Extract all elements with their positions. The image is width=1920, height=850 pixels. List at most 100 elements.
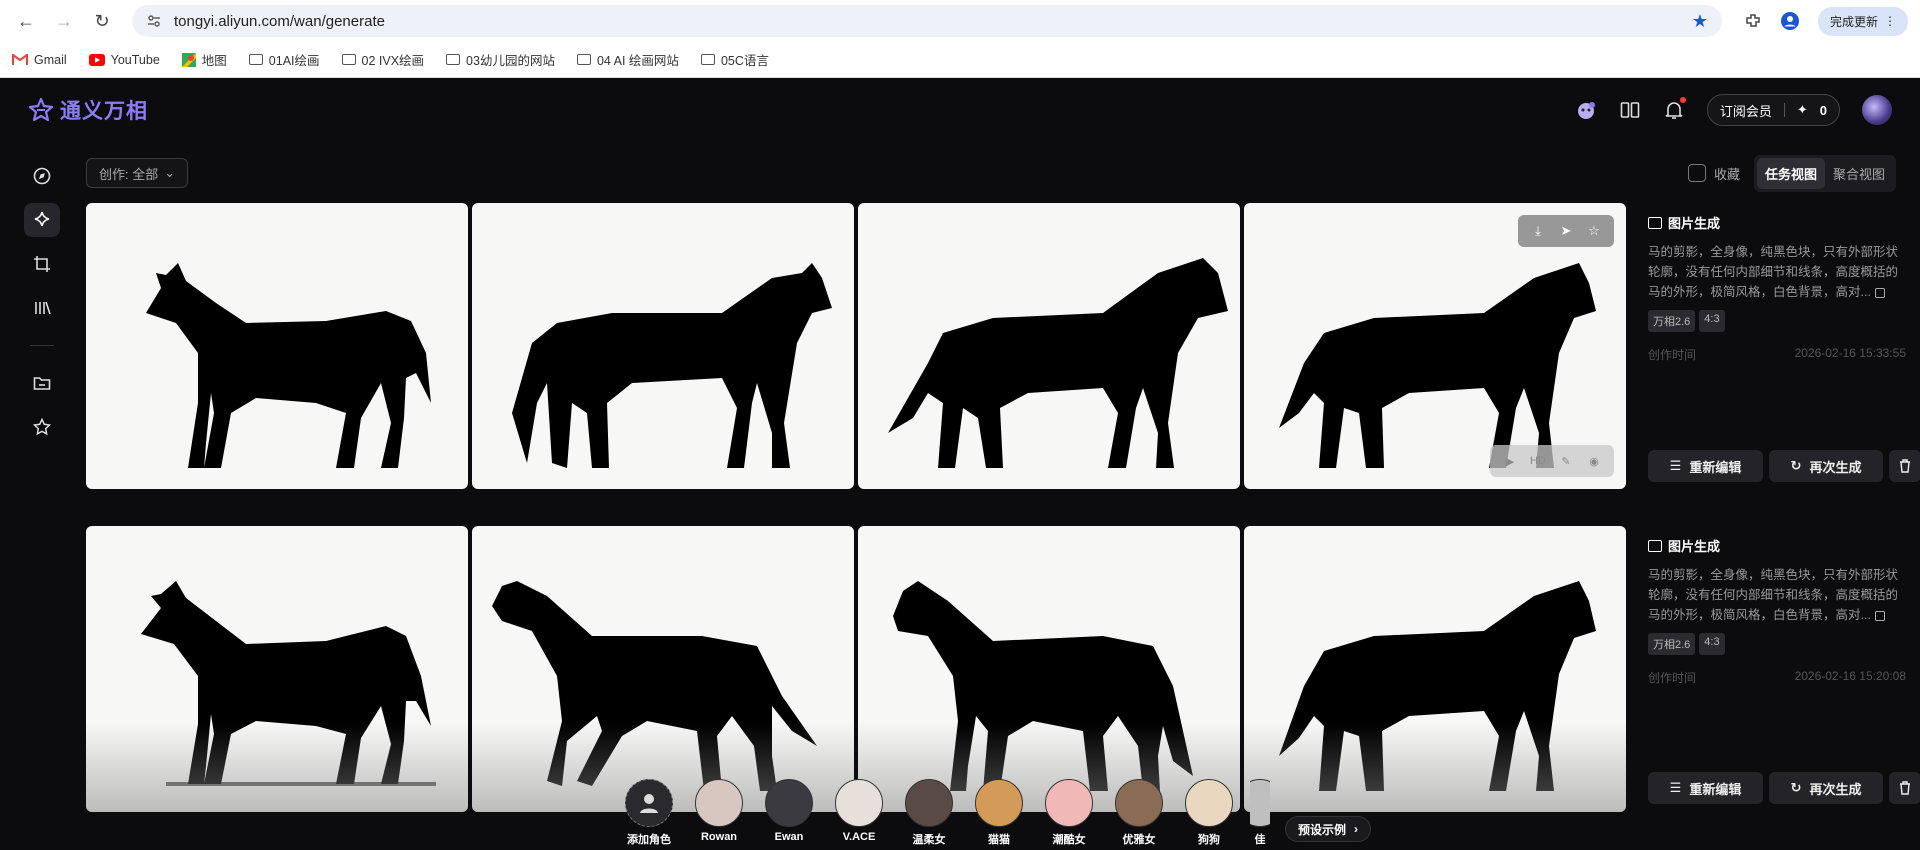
back-arrow-icon[interactable]: ← bbox=[12, 7, 40, 35]
bookmark-maps[interactable]: 地图 bbox=[181, 50, 227, 69]
extensions-icon[interactable] bbox=[1744, 12, 1762, 30]
bookmark-youtube[interactable]: YouTube bbox=[88, 53, 160, 67]
update-button[interactable]: 完成更新 ⋮ bbox=[1817, 6, 1908, 36]
send-icon[interactable]: ➤ bbox=[1554, 221, 1578, 241]
delete-button[interactable] bbox=[1889, 772, 1920, 804]
copy-icon[interactable] bbox=[1874, 287, 1885, 298]
generate-button[interactable] bbox=[24, 203, 60, 237]
crop-button[interactable] bbox=[24, 247, 60, 281]
regenerate-button[interactable]: ↻ 再次生成 bbox=[1769, 772, 1883, 804]
add-character-button[interactable]: 添加角色 bbox=[620, 779, 678, 847]
re-edit-button[interactable]: ☰ 重新编辑 bbox=[1648, 450, 1763, 482]
ratio-tag: 4:3 bbox=[1699, 633, 1725, 655]
tab-aggregate-view[interactable]: 聚合视图 bbox=[1825, 158, 1893, 189]
favorites-checkbox[interactable] bbox=[1687, 164, 1706, 182]
credits-count: 0 bbox=[1819, 102, 1827, 118]
book-icon[interactable] bbox=[1619, 99, 1641, 121]
palette-icon[interactable]: ◉ bbox=[1582, 451, 1606, 471]
bookmark-label: 04 AI 绘画网站 bbox=[596, 54, 679, 68]
folder-icon bbox=[248, 54, 263, 65]
favorites-label: 收藏 bbox=[1713, 166, 1740, 182]
generated-image[interactable] bbox=[858, 203, 1240, 489]
divider bbox=[1783, 103, 1785, 117]
task-row: ⤓ ➤ ☆ ▶ HD ✎ ◉ bbox=[86, 203, 1629, 489]
forward-arrow-icon[interactable]: → bbox=[50, 7, 78, 35]
preset-examples-button[interactable]: 预设示例 › bbox=[1285, 816, 1372, 842]
logo[interactable]: 通义万相 bbox=[28, 95, 148, 125]
refresh-icon: ↻ bbox=[1790, 458, 1802, 473]
character-item[interactable]: 温柔女 bbox=[900, 779, 958, 847]
character-name: 猫猫 bbox=[988, 834, 1010, 846]
delete-button[interactable] bbox=[1889, 450, 1920, 482]
bookmark-folder[interactable]: 02 IVX绘画 bbox=[341, 50, 424, 69]
user-avatar[interactable] bbox=[1862, 95, 1892, 125]
star-outline-icon[interactable]: ☆ bbox=[1582, 221, 1606, 241]
bookmark-label: 01AI绘画 bbox=[268, 54, 320, 68]
subscribe-button[interactable]: 订阅会员 ✦ 0 bbox=[1706, 94, 1840, 126]
task-type: 图片生成 bbox=[1648, 536, 1906, 555]
bookmark-folder[interactable]: 04 AI 绘画网站 bbox=[576, 50, 679, 69]
character-name: 佳 bbox=[1254, 834, 1266, 846]
model-tag: 万相2.6 bbox=[1648, 310, 1696, 332]
generated-image[interactable] bbox=[858, 526, 1240, 812]
browser-toolbar: ← → ↻ tongyi.aliyun.com/wan/generate ★ 完… bbox=[0, 0, 1920, 42]
generated-image[interactable] bbox=[86, 203, 468, 489]
explore-button[interactable] bbox=[24, 159, 60, 193]
character-item[interactable]: Ewan bbox=[760, 779, 818, 843]
generated-image[interactable] bbox=[1244, 526, 1626, 812]
generated-image[interactable] bbox=[86, 526, 468, 812]
task-prompt: 马的剪影，全身像，纯黑色块，只有外部形状轮廓，没有任何内部细节和线条，高度概括的… bbox=[1648, 242, 1906, 302]
character-item[interactable]: 猫猫 bbox=[970, 779, 1028, 847]
site-settings-icon[interactable] bbox=[146, 13, 162, 29]
regenerate-label: 再次生成 bbox=[1809, 781, 1862, 797]
download-icon[interactable]: ⤓ bbox=[1526, 221, 1550, 241]
horse-silhouette-image bbox=[146, 263, 431, 468]
generated-image[interactable] bbox=[472, 526, 854, 812]
regenerate-button[interactable]: ↻ 再次生成 bbox=[1769, 450, 1883, 482]
favorites-button[interactable] bbox=[24, 410, 60, 444]
bookmark-folder[interactable]: 03幼儿园的网站 bbox=[446, 50, 555, 69]
address-bar[interactable]: tongyi.aliyun.com/wan/generate ★ bbox=[132, 5, 1722, 37]
edit-image-icon[interactable]: ✎ bbox=[1554, 451, 1578, 471]
prompt-text: 马的剪影，全身像，纯黑色块，只有外部形状轮廓，没有任何内部细节和线条，高度概括的… bbox=[1648, 245, 1899, 299]
library-button[interactable] bbox=[24, 291, 60, 325]
re-edit-label: 重新编辑 bbox=[1689, 781, 1742, 797]
url-text[interactable]: tongyi.aliyun.com/wan/generate bbox=[174, 13, 1680, 30]
character-avatar bbox=[905, 779, 953, 827]
bookmark-folder[interactable]: 01AI绘画 bbox=[248, 50, 320, 69]
tab-task-view[interactable]: 任务视图 bbox=[1756, 157, 1825, 189]
bell-icon[interactable] bbox=[1663, 97, 1686, 121]
character-item[interactable]: Rowan bbox=[690, 779, 748, 843]
bookmark-star-icon[interactable]: ★ bbox=[1692, 11, 1708, 32]
task-info: 图片生成 马的剪影，全身像，纯黑色块，只有外部形状轮廓，没有任何内部细节和线条，… bbox=[1648, 213, 1906, 363]
video-icon[interactable]: ▶ bbox=[1498, 451, 1522, 471]
character-name: 温柔女 bbox=[912, 834, 946, 846]
character-item[interactable]: 潮酷女 bbox=[1040, 779, 1098, 847]
reload-icon[interactable]: ↻ bbox=[88, 7, 116, 35]
character-item[interactable]: 佳 bbox=[1250, 779, 1270, 847]
favorites-filter[interactable]: 收藏 bbox=[1687, 164, 1740, 183]
edit-list-icon: ☰ bbox=[1669, 458, 1682, 473]
folder-icon bbox=[446, 54, 461, 65]
task-title: 图片生成 bbox=[1668, 539, 1721, 554]
generated-image[interactable] bbox=[472, 203, 854, 489]
re-edit-button[interactable]: ☰ 重新编辑 bbox=[1648, 772, 1763, 804]
copy-icon[interactable] bbox=[1874, 610, 1885, 621]
character-item[interactable]: V.ACE bbox=[830, 779, 888, 843]
folder-button[interactable] bbox=[24, 366, 60, 400]
logo-text: 通义万相 bbox=[60, 100, 148, 123]
bookmark-folder[interactable]: 05C语言 bbox=[700, 50, 769, 69]
character-item[interactable]: 优雅女 bbox=[1110, 779, 1168, 847]
character-avatar bbox=[835, 779, 883, 827]
hd-icon[interactable]: HD bbox=[1526, 451, 1550, 471]
mascot-icon[interactable] bbox=[1575, 99, 1597, 121]
bookmark-gmail[interactable]: Gmail bbox=[12, 53, 67, 67]
creation-filter-dropdown[interactable]: 创作: 全部 ⌄ bbox=[86, 158, 189, 188]
character-item[interactable]: 狗狗 bbox=[1180, 779, 1238, 847]
more-vert-icon: ⋮ bbox=[1884, 14, 1896, 28]
character-name: V.ACE bbox=[842, 831, 876, 843]
sidebar-divider bbox=[30, 345, 54, 346]
generated-image[interactable]: ⤓ ➤ ☆ ▶ HD ✎ ◉ bbox=[1244, 203, 1626, 489]
maps-icon bbox=[181, 52, 196, 67]
profile-icon[interactable] bbox=[1780, 11, 1800, 31]
